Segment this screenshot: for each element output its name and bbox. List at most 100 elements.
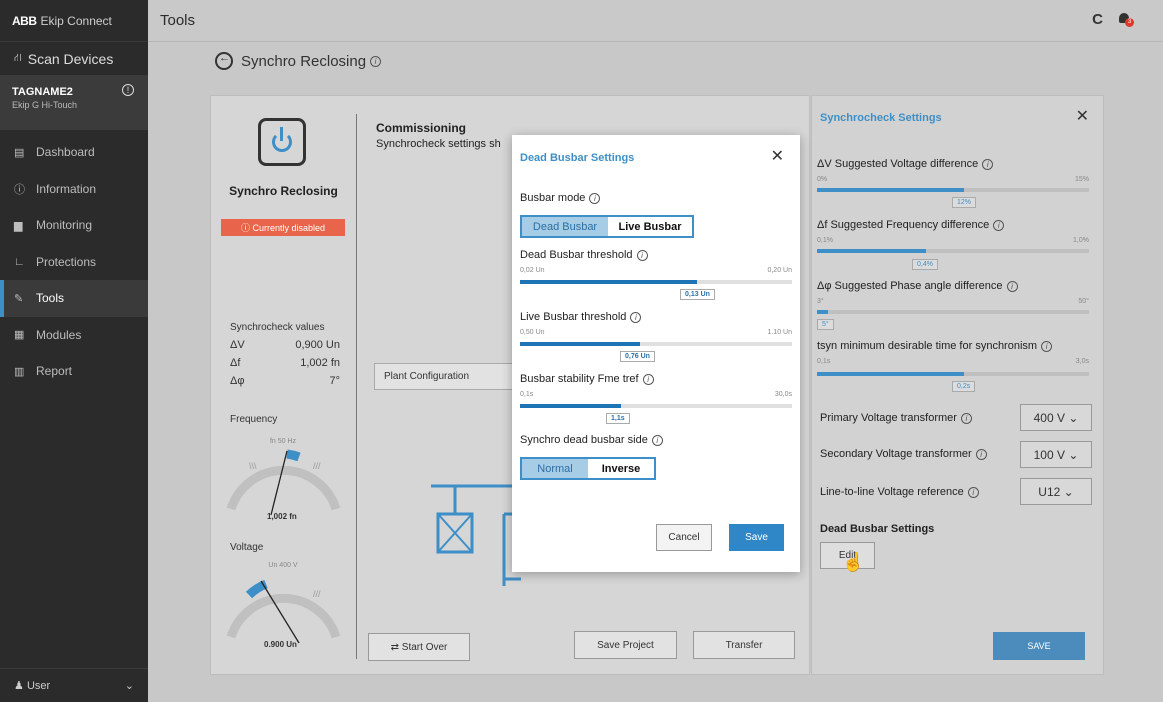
inverse-option[interactable]: Inverse xyxy=(588,459,654,478)
slider-label: tsyn minimum desirable time for synchron… xyxy=(817,340,1053,352)
report-icon: ▥ xyxy=(14,365,25,378)
page-title: Synchro Reclosing xyxy=(241,52,367,70)
sidebar-item-tools[interactable]: ✎ Tools xyxy=(0,280,148,317)
slider-label: ΔV Suggested Voltage difference i xyxy=(817,158,994,170)
sidebar-item-label: Protections xyxy=(36,254,97,269)
save-settings-button[interactable]: SAVE xyxy=(993,632,1085,660)
gauge-ref: Un 400 V xyxy=(268,562,298,569)
slider-label-text: ΔV Suggested Voltage difference xyxy=(817,158,979,170)
field-label-text: Secondary Voltage transformer xyxy=(820,448,972,460)
save-button[interactable]: Save xyxy=(729,524,784,551)
frequency-diff-slider[interactable] xyxy=(817,249,1089,253)
info-icon[interactable]: i xyxy=(975,448,987,460)
start-over-button[interactable]: ⇄ Start Over xyxy=(368,633,470,661)
slider-range: 3° 50° xyxy=(817,298,1089,305)
slider-max: 0,20 Un xyxy=(767,267,792,274)
page-header: Synchro Reclosing i xyxy=(215,52,382,70)
dead-busbar-threshold-slider[interactable] xyxy=(520,280,792,284)
info-icon[interactable]: i xyxy=(1041,340,1053,352)
alert-icon: ⓘ xyxy=(240,223,253,233)
protection-curve-icon: ∟ xyxy=(14,255,25,268)
voltage-value: 0.900 Un xyxy=(264,640,297,649)
info-icon[interactable]: i xyxy=(589,192,601,204)
close-icon[interactable]: ✕ xyxy=(1076,106,1089,126)
field-label: Secondary Voltage transformer i xyxy=(820,448,987,460)
slider-range: 0,02 Un 0,20 Un xyxy=(520,267,792,274)
gauge-ref: fn 50 Hz xyxy=(270,438,297,445)
voltage-reference-select[interactable]: U12 ⌄ xyxy=(1020,478,1092,505)
sidebar-item-label: Monitoring xyxy=(36,218,93,233)
select-value: 400 V xyxy=(1033,410,1065,425)
info-icon[interactable]: i xyxy=(982,158,994,170)
plant-configuration-button[interactable]: Plant Configuration xyxy=(374,363,524,390)
info-icon[interactable]: i xyxy=(370,55,382,67)
transfer-button[interactable]: Transfer xyxy=(693,631,795,659)
slider-min: 0,02 Un xyxy=(520,267,545,274)
slider-range: 0% 15% xyxy=(817,176,1089,183)
slider-fill xyxy=(520,280,697,284)
tick-mark: /// xyxy=(313,461,321,471)
dead-busbar-heading: Dead Busbar Settings xyxy=(820,523,935,535)
live-busbar-threshold-slider[interactable] xyxy=(520,342,792,346)
dead-busbar-option[interactable]: Dead Busbar xyxy=(522,217,608,236)
info-icon[interactable]: i xyxy=(1006,280,1018,292)
save-project-button[interactable]: Save Project xyxy=(574,631,677,659)
info-icon[interactable]: i xyxy=(642,373,654,385)
slider-max: 15% xyxy=(1074,176,1089,183)
live-busbar-option[interactable]: Live Busbar xyxy=(608,217,692,236)
voltage-diff-slider[interactable] xyxy=(817,188,1089,192)
slider-label: Δf Suggested Frequency difference i xyxy=(817,219,1005,231)
sidebar: ABB Ekip Connect ⛙ Scan Devices TAGNAME2… xyxy=(0,0,148,702)
network-icon: ⛙ xyxy=(14,51,22,64)
sidebar-item-modules[interactable]: ▦ Modules xyxy=(0,317,148,354)
info-icon[interactable]: i xyxy=(630,311,642,323)
busbar-mode-label: Busbar mode i xyxy=(520,192,601,204)
sidebar-item-monitoring[interactable]: ▆ Monitoring xyxy=(0,207,148,244)
start-over-label: Start Over xyxy=(401,641,448,653)
sidebar-item-dashboard[interactable]: ▤ Dashboard xyxy=(0,134,148,171)
sidebar-item-information[interactable]: ⓘ Information xyxy=(0,171,148,208)
slider-label-text: Δf Suggested Frequency difference xyxy=(817,219,990,231)
synchro-side-toggle: Normal Inverse xyxy=(520,457,656,480)
user-menu[interactable]: ♟ User ⌄ xyxy=(0,668,148,702)
secondary-vt-select[interactable]: 100 V ⌄ xyxy=(1020,441,1092,468)
status-badge: ⓘ Currently disabled xyxy=(221,219,345,236)
info-icon[interactable]: i xyxy=(636,249,648,261)
sv-row-voltage: ΔV 0,900 Un xyxy=(230,339,340,351)
slider-value: 0,4% xyxy=(912,259,938,270)
normal-option[interactable]: Normal xyxy=(522,459,588,478)
sv-value: 7° xyxy=(329,375,340,387)
notifications-icon[interactable]: 3 xyxy=(1119,12,1134,27)
info-icon[interactable]: i xyxy=(993,219,1005,231)
synchro-side-label: Synchro dead busbar side i xyxy=(520,434,663,446)
refresh-icon[interactable]: C xyxy=(1092,11,1103,28)
busbar-mode-toggle: Dead Busbar Live Busbar xyxy=(520,215,694,238)
cancel-button[interactable]: Cancel xyxy=(656,524,712,551)
sidebar-item-label: Report xyxy=(36,364,73,379)
field-label-text: Line-to-line Voltage reference xyxy=(820,486,964,498)
slider-label: Δφ Suggested Phase angle difference i xyxy=(817,280,1018,292)
phase-diff-slider[interactable] xyxy=(817,310,1089,314)
tsyn-slider[interactable] xyxy=(817,372,1089,376)
page-section-title: Tools xyxy=(160,12,196,29)
hand-cursor-icon: ☝ xyxy=(842,552,865,572)
back-icon[interactable] xyxy=(215,52,233,70)
info-icon[interactable]: i xyxy=(967,486,979,498)
primary-vt-select[interactable]: 400 V ⌄ xyxy=(1020,404,1092,431)
slider-label: Live Busbar threshold i xyxy=(520,311,642,323)
info-icon[interactable]: i xyxy=(960,412,972,424)
device-card[interactable]: TAGNAME2 Ekip G Hi-Touch ! xyxy=(0,76,148,130)
device-alert-icon[interactable]: ! xyxy=(122,84,134,96)
slider-label-text: Δφ Suggested Phase angle difference xyxy=(817,280,1003,292)
busbar-stability-slider[interactable] xyxy=(520,404,792,408)
sidebar-item-protections[interactable]: ∟ Protections xyxy=(0,244,148,281)
close-icon[interactable]: ✕ xyxy=(771,146,784,166)
slider-label-text: tsyn minimum desirable time for synchron… xyxy=(817,340,1038,352)
scan-devices-button[interactable]: ⛙ Scan Devices xyxy=(0,42,148,76)
info-icon[interactable]: i xyxy=(651,434,663,446)
user-icon: ♟ xyxy=(14,680,24,692)
bar-chart-icon: ▆ xyxy=(14,219,23,232)
sidebar-item-report[interactable]: ▥ Report xyxy=(0,353,148,390)
commissioning-title: Commissioning xyxy=(376,121,467,135)
user-label: User xyxy=(26,680,51,692)
